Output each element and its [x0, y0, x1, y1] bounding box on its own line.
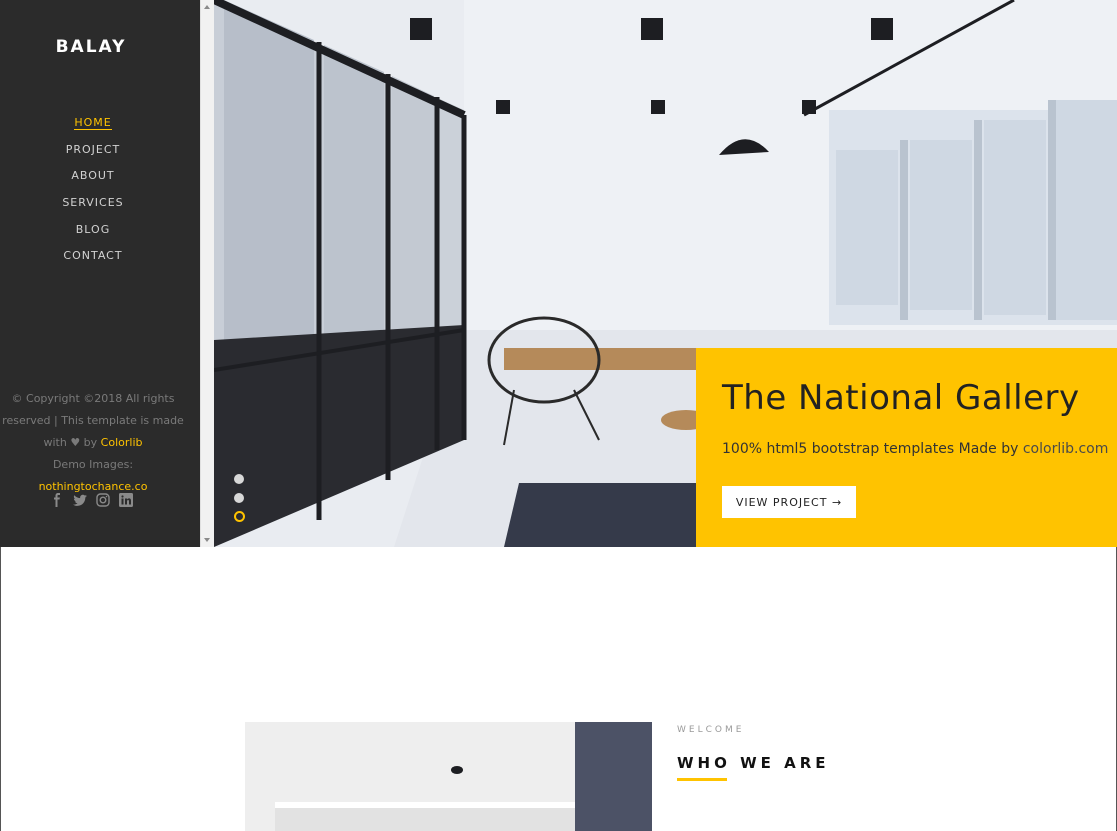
linkedin-icon[interactable]: [119, 492, 133, 507]
facebook-icon[interactable]: [50, 492, 64, 507]
scroll-up-icon[interactable]: [204, 5, 210, 9]
slide-dot-2[interactable]: [234, 493, 244, 503]
welcome-image: [245, 722, 652, 831]
copyright-text: © Copyright ©2018 All rights reserved | …: [2, 392, 184, 493]
main-nav: HOME PROJECT ABOUT SERVICES BLOG CONTACT: [0, 114, 186, 274]
welcome-label: WELCOME: [677, 725, 745, 735]
social-links: [50, 492, 140, 507]
scroll-down-icon[interactable]: [204, 538, 210, 542]
hero-title: The National Gallery: [722, 378, 1080, 418]
view-project-button[interactable]: VIEW PROJECT →: [722, 486, 856, 518]
title-underline: [677, 778, 727, 781]
nav-item-contact[interactable]: CONTACT: [0, 247, 186, 274]
nav-item-blog[interactable]: BLOG: [0, 221, 186, 248]
colorlib-link[interactable]: Colorlib: [101, 436, 143, 449]
slide-dot-3[interactable]: [234, 511, 245, 522]
instagram-icon[interactable]: [96, 492, 110, 507]
twitter-icon[interactable]: [73, 492, 87, 506]
brand-logo[interactable]: BALAY: [0, 37, 182, 57]
hero-subtitle: 100% html5 bootstrap templates Made by c…: [722, 441, 1109, 457]
page-edge-left: [0, 547, 1, 831]
hero-caption: The National Gallery 100% html5 bootstra…: [696, 348, 1117, 547]
sidebar: BALAY HOME PROJECT ABOUT SERVICES BLOG C…: [0, 0, 200, 547]
slide-dot-1[interactable]: [234, 474, 244, 484]
nav-item-about[interactable]: ABOUT: [0, 167, 186, 194]
nav-item-services[interactable]: SERVICES: [0, 194, 186, 221]
nav-item-project[interactable]: PROJECT: [0, 141, 186, 168]
nav-item-home[interactable]: HOME: [0, 114, 186, 141]
scrollbar[interactable]: [200, 0, 215, 547]
colorlib-com-link[interactable]: colorlib.com: [1023, 441, 1109, 457]
section-title: WHO WE ARE: [677, 754, 830, 772]
